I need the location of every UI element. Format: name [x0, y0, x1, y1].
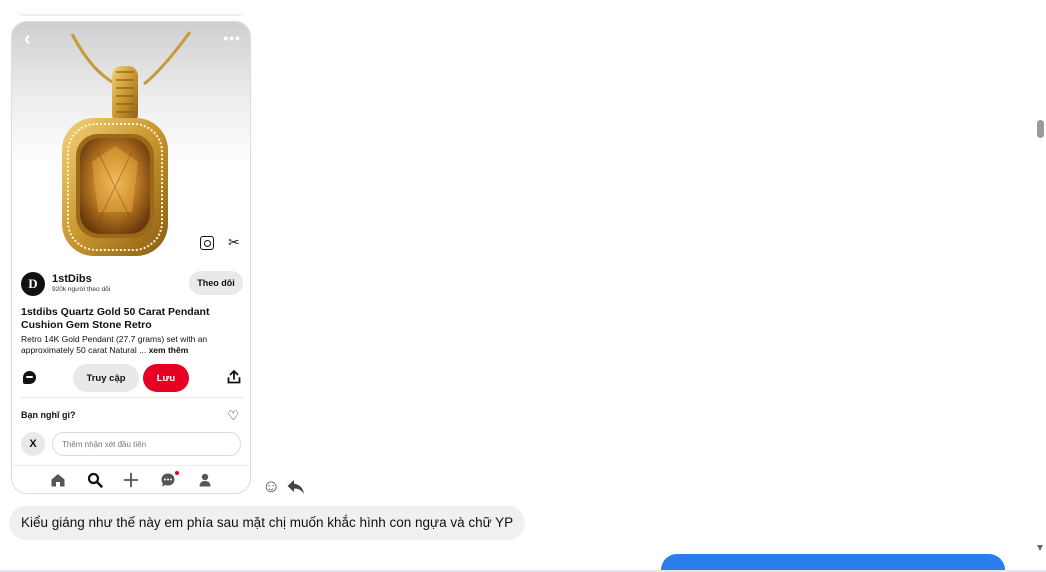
messages-icon[interactable]: [160, 472, 176, 488]
pin-image[interactable]: ‹ ••• ✂: [12, 22, 250, 284]
section-divider: [21, 397, 243, 398]
pin-title: 1stdibs Quartz Gold 50 Carat Pendant Cus…: [21, 306, 210, 331]
more-options-icon[interactable]: •••: [223, 30, 241, 46]
pin-author: D 1stDibs 920k người theo dõi Theo dõi: [21, 271, 243, 297]
author-avatar[interactable]: D: [21, 272, 45, 296]
comment-row: X: [21, 432, 243, 456]
scroll-down-arrow-icon[interactable]: [1037, 545, 1043, 551]
pin-description: Retro 14K Gold Pendant (27.7 grams) set …: [21, 334, 243, 356]
back-icon[interactable]: ‹: [24, 28, 31, 51]
user-avatar: X: [21, 432, 45, 456]
heart-icon[interactable]: ♡: [227, 408, 239, 424]
incoming-message-bubble[interactable]: Kiểu giáng như thế này em phía sau mặt c…: [9, 506, 526, 540]
visual-search-icon[interactable]: [200, 236, 214, 250]
home-icon[interactable]: [50, 472, 66, 488]
pinterest-screenshot[interactable]: ‹ ••• ✂ D 1stDibs 920k người theo dõi Th…: [11, 21, 251, 494]
gold-pendant-image: [62, 31, 192, 256]
comment-icon[interactable]: [23, 371, 36, 384]
share-icon[interactable]: [227, 370, 241, 384]
emoji-reaction-icon[interactable]: ☺: [262, 477, 280, 495]
visit-button[interactable]: Truy cập: [73, 364, 139, 392]
scrollbar-thumb[interactable]: [1037, 120, 1044, 138]
profile-icon[interactable]: [197, 472, 213, 488]
author-followers: 920k người theo dõi: [52, 286, 111, 293]
scissors-icon[interactable]: ✂: [228, 234, 240, 251]
comment-input[interactable]: [52, 432, 241, 456]
create-plus-icon[interactable]: [123, 472, 139, 488]
search-icon[interactable]: [87, 472, 103, 488]
bottom-navigation: [12, 465, 250, 493]
save-button[interactable]: Lưu: [143, 364, 189, 392]
see-more-link[interactable]: xem thêm: [149, 345, 189, 355]
reply-icon[interactable]: [286, 478, 306, 496]
scrollbar[interactable]: [1035, 0, 1046, 560]
notification-dot: [175, 471, 179, 475]
follow-button[interactable]: Theo dõi: [189, 271, 243, 295]
comment-prompt: Bạn nghĩ gì?: [21, 410, 76, 420]
pin-action-row: Truy cập Lưu: [12, 364, 250, 392]
author-name[interactable]: 1stDibs: [52, 273, 92, 285]
previous-message-edge: [18, 6, 244, 16]
